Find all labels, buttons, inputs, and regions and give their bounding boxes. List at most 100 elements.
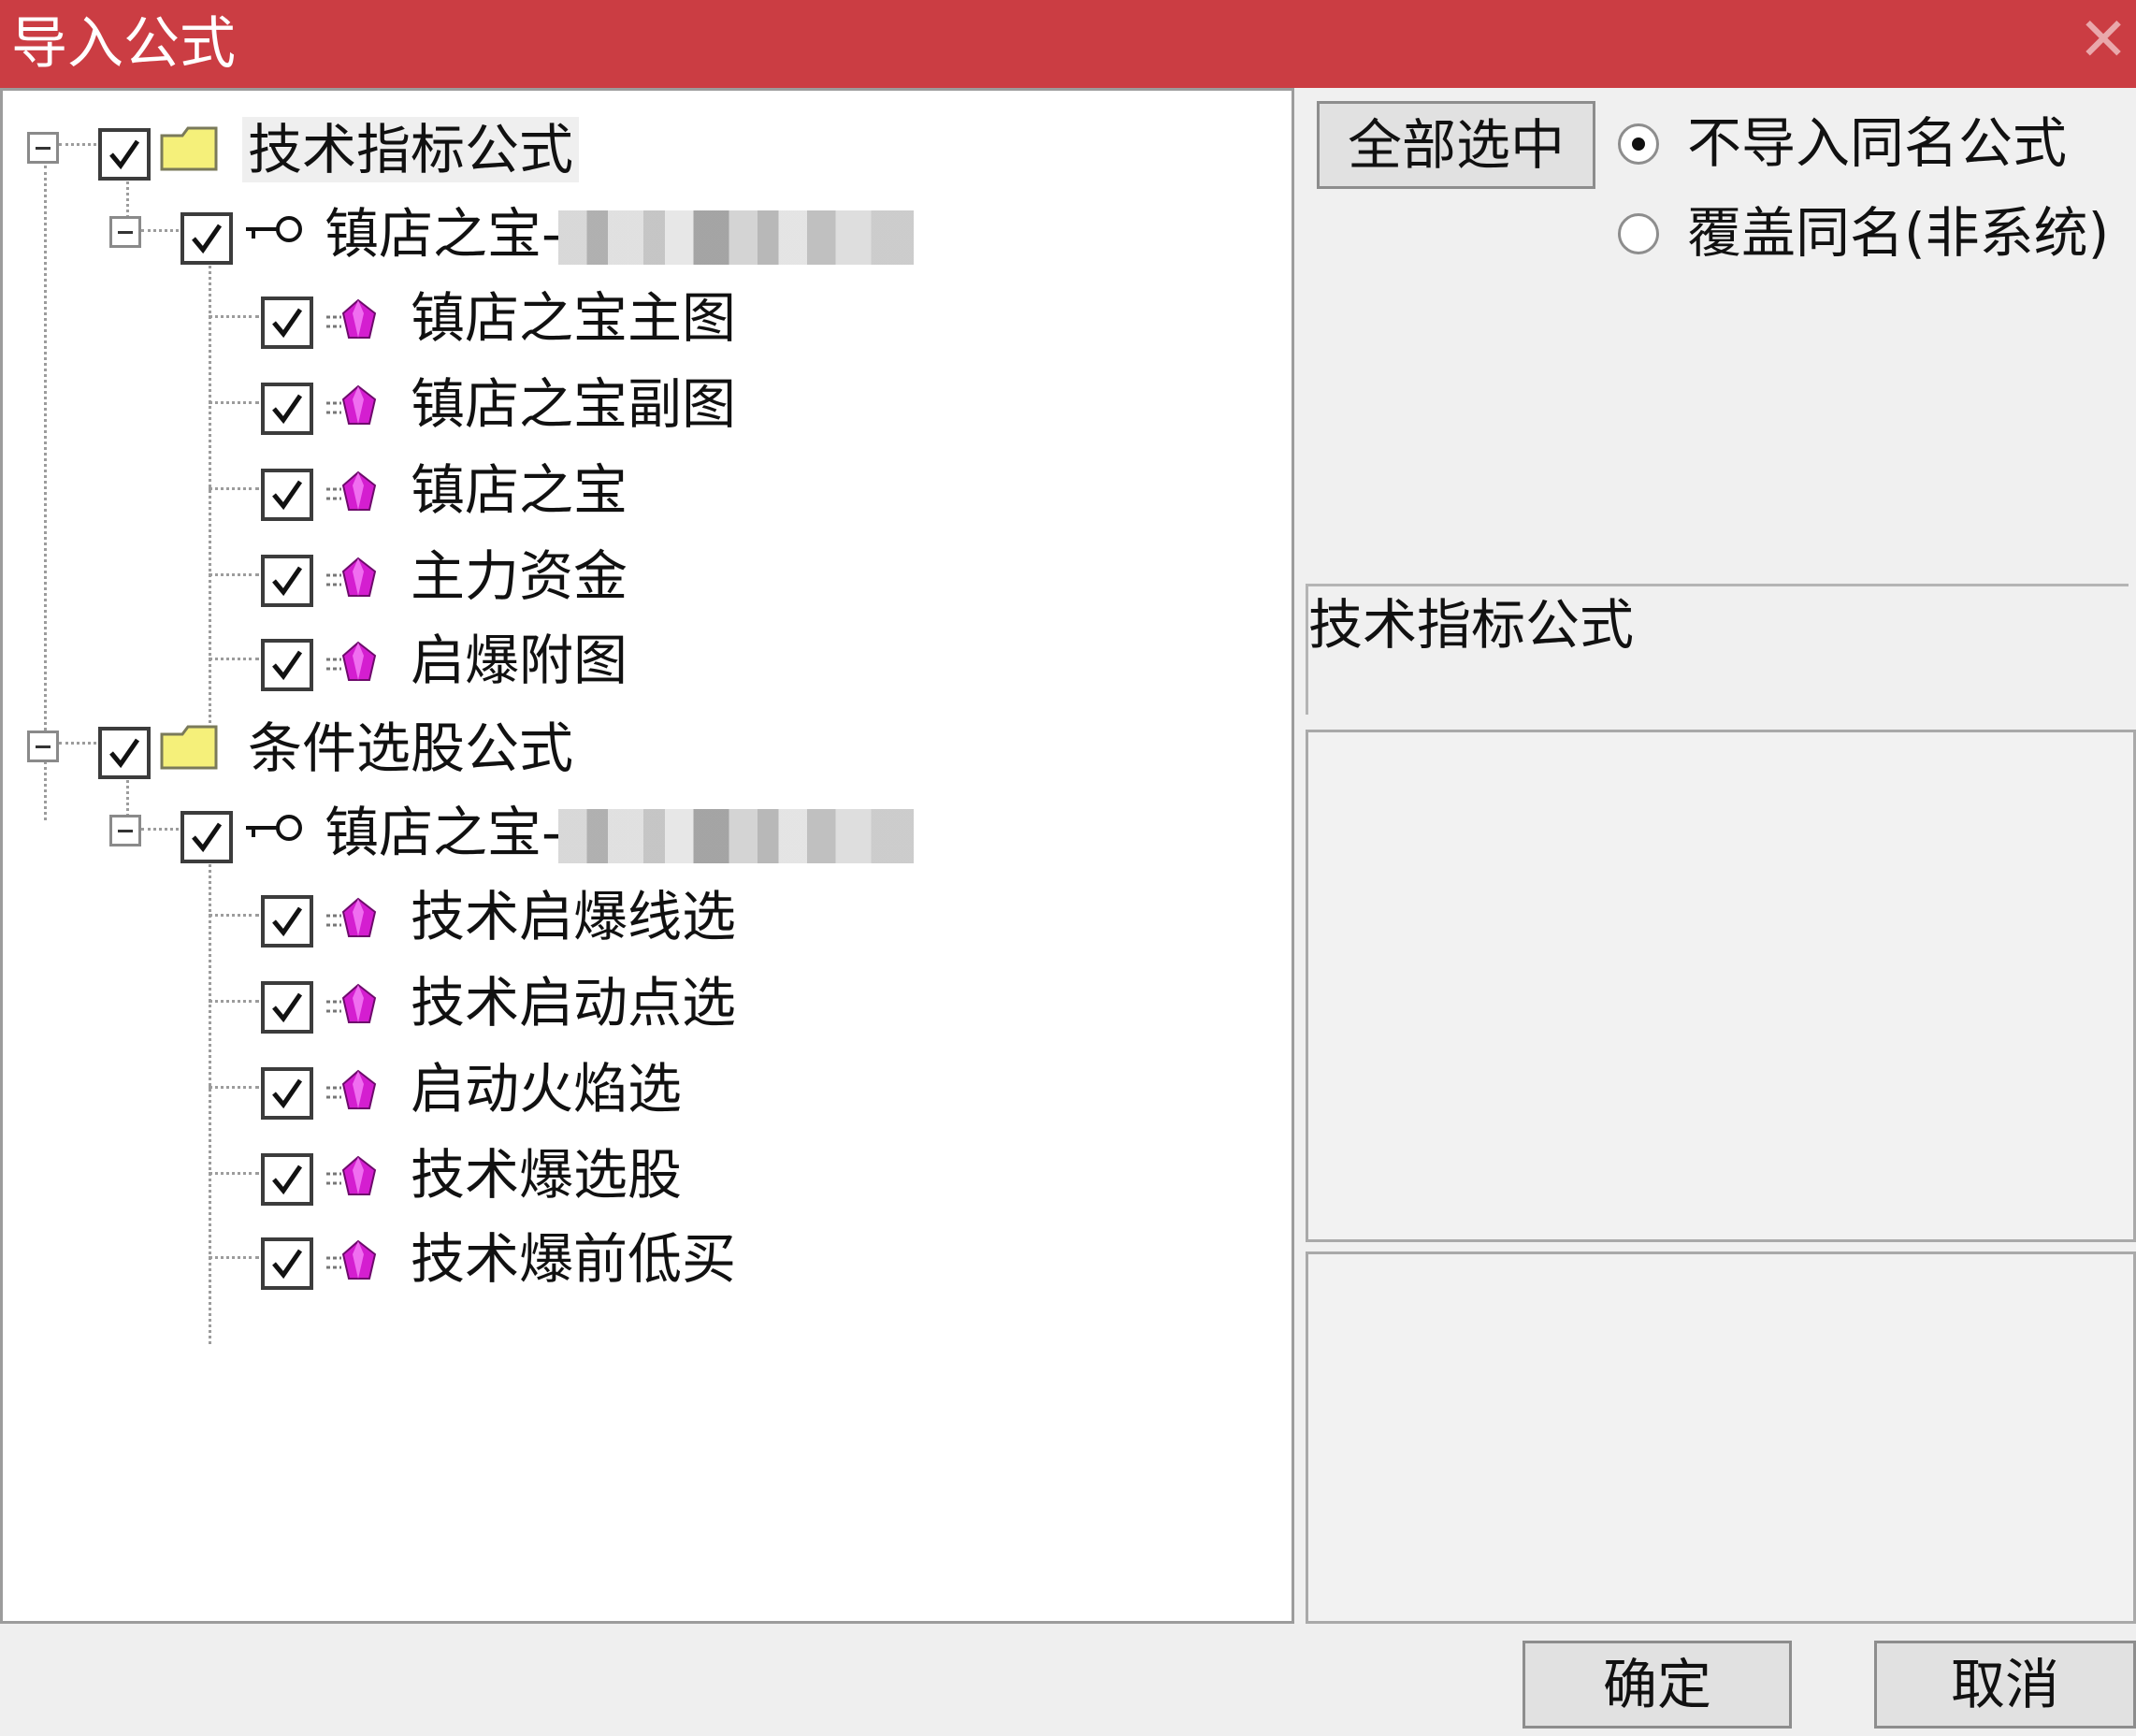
radio-overwrite[interactable]: 覆盖同名(非系统)	[1618, 200, 2123, 275]
tree-subgroup-label: 镇店之宝-	[325, 801, 561, 864]
collapse-icon[interactable]	[109, 815, 141, 846]
formula-gem-icon	[326, 1239, 377, 1280]
tree-checkbox[interactable]	[261, 1067, 313, 1120]
check-icon	[192, 224, 223, 254]
tree-item[interactable]: 启爆附图	[261, 620, 1103, 695]
tree-item-label: 技术启动点选	[411, 971, 737, 1034]
tree-item[interactable]: 主力资金	[261, 536, 1103, 611]
radio-button[interactable]	[1618, 123, 1659, 165]
formula-gem-icon	[326, 557, 377, 597]
tree-item-label: 主力资金	[411, 544, 628, 608]
tree-item-label: 镇店之宝	[411, 458, 628, 522]
formula-gem-icon	[326, 983, 377, 1023]
tree-group[interactable]: 技术指标公式	[27, 109, 607, 184]
redacted-text	[558, 809, 914, 863]
tree-connector	[209, 1172, 259, 1175]
redacted-text	[558, 210, 914, 265]
detail-pane[interactable]	[1306, 1251, 2136, 1624]
tree-item-label: 启爆附图	[411, 629, 628, 692]
tree-checkbox[interactable]	[98, 727, 151, 779]
radio-button[interactable]	[1618, 213, 1659, 254]
tree-item-label: 技术爆选股	[411, 1143, 683, 1207]
title-bar: 导入公式 ✕	[0, 0, 2136, 88]
check-icon	[272, 308, 303, 339]
tree-item[interactable]: 镇店之宝副图	[261, 364, 1103, 439]
selected-category-box: 技术指标公式	[1306, 584, 2129, 715]
select-all-button[interactable]: 全部选中	[1317, 101, 1595, 189]
tree-item-label: 启动火焰选	[411, 1057, 683, 1121]
check-icon	[272, 1249, 303, 1280]
formula-tree[interactable]: 技术指标公式 镇店之宝- 镇店之宝主图 镇店之宝副图 镇店之宝 主力资金 启爆附…	[0, 88, 1294, 1624]
tree-item[interactable]: 技术爆选股	[261, 1135, 1103, 1209]
formula-gem-icon	[326, 298, 377, 339]
dialog-footer: 确定 取消	[0, 1624, 2136, 1736]
tree-connector	[209, 658, 259, 660]
tree-item[interactable]: 技术爆前低买	[261, 1219, 1103, 1294]
tree-item-label: 技术爆前低买	[411, 1227, 737, 1291]
tree-connector	[209, 259, 211, 745]
radio-skip-duplicate[interactable]: 不导入同名公式	[1618, 110, 2123, 185]
window-title: 导入公式	[11, 11, 236, 77]
tree-checkbox[interactable]	[261, 555, 313, 607]
check-icon	[272, 1165, 303, 1195]
check-icon	[109, 139, 140, 170]
cancel-button[interactable]: 取消	[1874, 1641, 2136, 1729]
tree-item-label: 技术启爆线选	[411, 885, 737, 948]
formula-gem-icon	[326, 1069, 377, 1109]
tree-item-label: 镇店之宝主图	[411, 286, 737, 350]
tree-checkbox[interactable]	[261, 639, 313, 691]
tree-item[interactable]: 启动火焰选	[261, 1049, 1103, 1123]
tree-connector	[209, 1000, 259, 1003]
check-icon	[272, 992, 303, 1023]
collapse-icon[interactable]	[27, 731, 59, 762]
tree-item[interactable]: 技术启动点选	[261, 962, 1103, 1037]
tree-checkbox[interactable]	[261, 1153, 313, 1206]
tree-connector	[209, 573, 259, 576]
radio-label: 不导入同名公式	[1687, 111, 2068, 175]
tree-item[interactable]: 镇店之宝主图	[261, 278, 1103, 353]
folder-icon	[160, 126, 218, 171]
radio-label: 覆盖同名(非系统)	[1687, 201, 2110, 265]
tree-checkbox[interactable]	[261, 469, 313, 521]
tree-checkbox[interactable]	[180, 212, 233, 265]
tree-item[interactable]: 镇店之宝	[261, 450, 1103, 525]
check-icon	[272, 906, 303, 937]
tree-checkbox[interactable]	[261, 981, 313, 1034]
tree-subgroup[interactable]: 镇店之宝-	[109, 194, 951, 268]
tree-connector	[209, 401, 259, 404]
tree-checkbox[interactable]	[261, 1237, 313, 1290]
description-pane[interactable]	[1306, 730, 2136, 1242]
formula-gem-icon	[326, 641, 377, 681]
collapse-icon[interactable]	[27, 132, 59, 164]
tree-connector	[209, 487, 259, 490]
tree-connector	[209, 315, 259, 318]
tree-checkbox[interactable]	[98, 128, 151, 181]
check-icon	[272, 394, 303, 425]
ok-button[interactable]: 确定	[1523, 1641, 1792, 1729]
tree-checkbox[interactable]	[261, 895, 313, 948]
tree-checkbox[interactable]	[261, 297, 313, 349]
check-icon	[192, 822, 223, 853]
collapse-icon[interactable]	[109, 216, 141, 248]
tree-connector	[209, 1086, 259, 1089]
tree-item-label: 镇店之宝副图	[411, 372, 737, 436]
tree-checkbox[interactable]	[180, 811, 233, 863]
formula-gem-icon	[326, 384, 377, 425]
close-icon[interactable]: ✕	[2071, 7, 2136, 73]
key-icon	[246, 815, 302, 841]
tree-item[interactable]: 技术启爆线选	[261, 876, 1103, 951]
tree-group[interactable]: 条件选股公式	[27, 708, 607, 783]
formula-gem-icon	[326, 897, 377, 937]
tree-subgroup[interactable]: 镇店之宝-	[109, 792, 951, 867]
key-icon	[246, 216, 302, 242]
tree-subgroup-label: 镇店之宝-	[325, 202, 561, 266]
tree-connector	[209, 1256, 259, 1259]
formula-gem-icon	[326, 1155, 377, 1195]
selected-category-text: 技术指标公式	[1308, 593, 1635, 657]
check-icon	[272, 650, 303, 681]
tree-connector	[209, 914, 259, 917]
tree-checkbox[interactable]	[261, 383, 313, 435]
folder-icon	[160, 725, 218, 770]
check-icon	[109, 738, 140, 769]
check-icon	[272, 1078, 303, 1109]
